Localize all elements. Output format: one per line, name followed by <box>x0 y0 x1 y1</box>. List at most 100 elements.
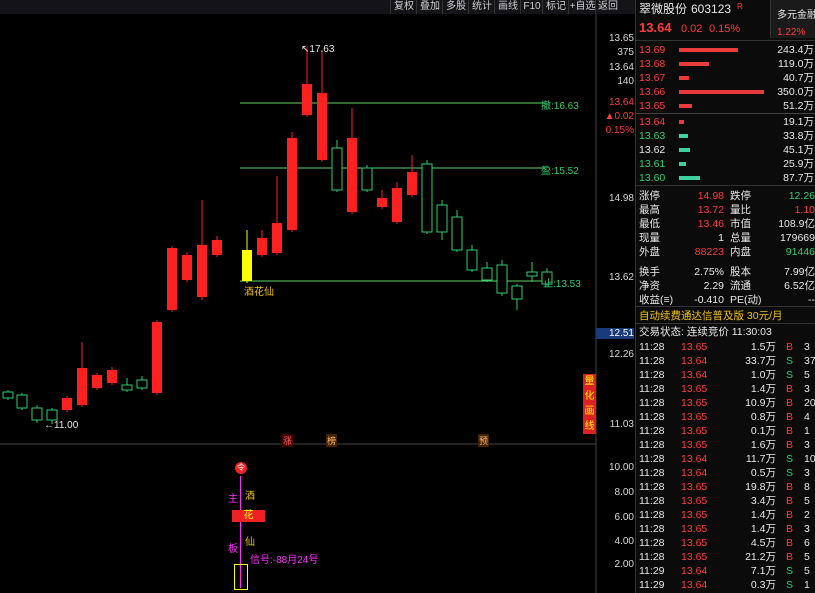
signal-char: 酒 <box>245 491 255 502</box>
tick-row: 11:28 13.64 0.5万 S 3 <box>636 466 815 480</box>
ask-row[interactable]: 13.69 243.4万 <box>636 43 815 57</box>
tick-s: B <box>786 537 794 549</box>
tick-t: 11:28 <box>639 523 665 535</box>
toolbar-button[interactable]: 画线 <box>494 0 521 14</box>
stat-v1: -0.410 <box>694 294 724 306</box>
toolbar-button[interactable]: 多股 <box>442 0 469 14</box>
tick-p: 13.65 <box>681 551 708 563</box>
book-volume: 51.2万 <box>783 100 814 112</box>
bid-row[interactable]: 13.61 25.9万 <box>636 157 815 171</box>
stat-row: 现量 1 总量 179669 <box>636 231 815 245</box>
stat-v2: -- <box>808 294 815 306</box>
tick-n: 1 <box>804 579 810 591</box>
toolbar-button[interactable]: 返回 <box>595 0 620 14</box>
candle-body <box>257 238 267 255</box>
tick-s: B <box>786 425 794 437</box>
tick-t: 11:29 <box>639 579 665 591</box>
axis-label: 13.65 <box>608 33 634 44</box>
book-price: 13.63 <box>639 130 666 142</box>
stat-v1: 14.98 <box>697 190 724 202</box>
candle-body <box>16 394 28 409</box>
candle-body <box>481 267 493 281</box>
candle-body <box>361 167 373 191</box>
book-price: 13.68 <box>639 58 666 70</box>
candle-body <box>152 322 162 393</box>
axis-label: ▲0.02 <box>604 111 634 122</box>
tick-p: 13.64 <box>681 369 708 381</box>
candle-body <box>347 138 357 212</box>
stat-v2: 7.99亿 <box>784 266 815 278</box>
tick-t: 11:28 <box>639 467 665 479</box>
volume-bar <box>679 120 684 124</box>
tick-s: B <box>786 551 794 563</box>
ask-row[interactable]: 13.68 119.0万 <box>636 57 815 71</box>
tick-t: 11:28 <box>639 397 665 409</box>
kline-chart[interactable] <box>0 14 635 593</box>
stat-k2: 流通 <box>730 280 751 292</box>
toolbar-button[interactable]: 统计 <box>468 0 495 14</box>
ask-row[interactable]: 13.66 350.0万 <box>636 85 815 99</box>
tick-p: 13.64 <box>681 467 708 479</box>
ask-row[interactable]: 13.65 51.2万 <box>636 99 815 113</box>
tick-row: 11:29 13.64 7.1万 S 5 <box>636 564 815 578</box>
stat-v2: 12.26 <box>788 190 815 202</box>
tick-n: 3 <box>804 439 810 451</box>
tick-p: 13.64 <box>681 579 708 591</box>
stat-row: 涨停 14.98 跌停 12.26 <box>636 189 815 203</box>
tick-t: 11:28 <box>639 411 665 423</box>
candle-body <box>287 138 297 230</box>
axis-label: 11.03 <box>609 419 634 430</box>
tick-n: 37 <box>804 355 815 367</box>
candle-body <box>46 409 58 421</box>
book-volume: 40.7万 <box>783 72 814 84</box>
candle-body <box>212 240 222 255</box>
volume-bar <box>679 76 689 80</box>
tick-p: 13.64 <box>681 565 708 577</box>
marker-yu[interactable]: 预 <box>478 434 490 447</box>
marker-bang[interactable]: 榜 <box>326 434 338 447</box>
stat-v2: 6.52亿 <box>784 280 815 292</box>
sector-name: 多元金融 <box>777 10 815 21</box>
bid-row[interactable]: 13.63 33.8万 <box>636 129 815 143</box>
tick-v: 10.9万 <box>745 397 776 409</box>
tick-row: 11:28 13.64 33.7万 S 37 <box>636 354 815 368</box>
quant-draw-button[interactable]: 量 化 画 线 <box>583 374 596 434</box>
ask-row[interactable]: 13.67 40.7万 <box>636 71 815 85</box>
tick-v: 1.0万 <box>750 369 776 381</box>
stat-row: 换手 2.75% 股本 7.99亿 <box>636 265 815 279</box>
candle-body <box>421 163 433 233</box>
stat-v2: 91446 <box>785 246 815 258</box>
marker-zhang[interactable]: 涨 <box>282 434 294 447</box>
book-volume: 243.4万 <box>777 44 814 56</box>
stat-v1: 2.29 <box>703 280 724 292</box>
stat-k2: 跌停 <box>730 190 751 202</box>
tick-n: 6 <box>804 537 810 549</box>
tick-row: 11:28 13.65 3.4万 B 5 <box>636 494 815 508</box>
toolbar-button[interactable]: 标记 <box>542 0 569 14</box>
tick-p: 13.65 <box>681 439 708 451</box>
candle-body <box>92 375 102 388</box>
promo-link[interactable]: 自动续费通达信普及版 30元/月 <box>636 309 815 323</box>
quant-draw-char: 量 <box>584 376 595 387</box>
tick-n: 3 <box>804 341 810 353</box>
quant-draw-char: 画 <box>584 406 595 417</box>
candle-body <box>2 391 14 399</box>
book-volume: 119.0万 <box>778 58 814 70</box>
toolbar-button[interactable]: F10 <box>520 0 543 14</box>
toolbar-button[interactable]: +自选 <box>568 0 596 14</box>
tick-row: 11:28 13.65 0.8万 B 4 <box>636 410 815 424</box>
tick-s: S <box>786 565 794 577</box>
bid-row[interactable]: 13.60 87.7万 <box>636 171 815 185</box>
stat-v2: 179669 <box>779 232 815 244</box>
tick-v: 0.3万 <box>750 579 776 591</box>
bid-row[interactable]: 13.62 45.1万 <box>636 143 815 157</box>
volume-bar <box>679 134 688 138</box>
tick-t: 11:28 <box>639 425 665 437</box>
tick-s: B <box>786 411 794 423</box>
candle-body <box>136 379 148 389</box>
tick-row: 11:29 13.64 0.3万 S 1 <box>636 578 815 592</box>
bid-row[interactable]: 13.64 19.1万 <box>636 115 815 129</box>
stat-v2: 1.10 <box>794 204 815 216</box>
toolbar-button[interactable]: 叠加 <box>416 0 443 14</box>
toolbar-button[interactable]: 复权 <box>390 0 417 14</box>
